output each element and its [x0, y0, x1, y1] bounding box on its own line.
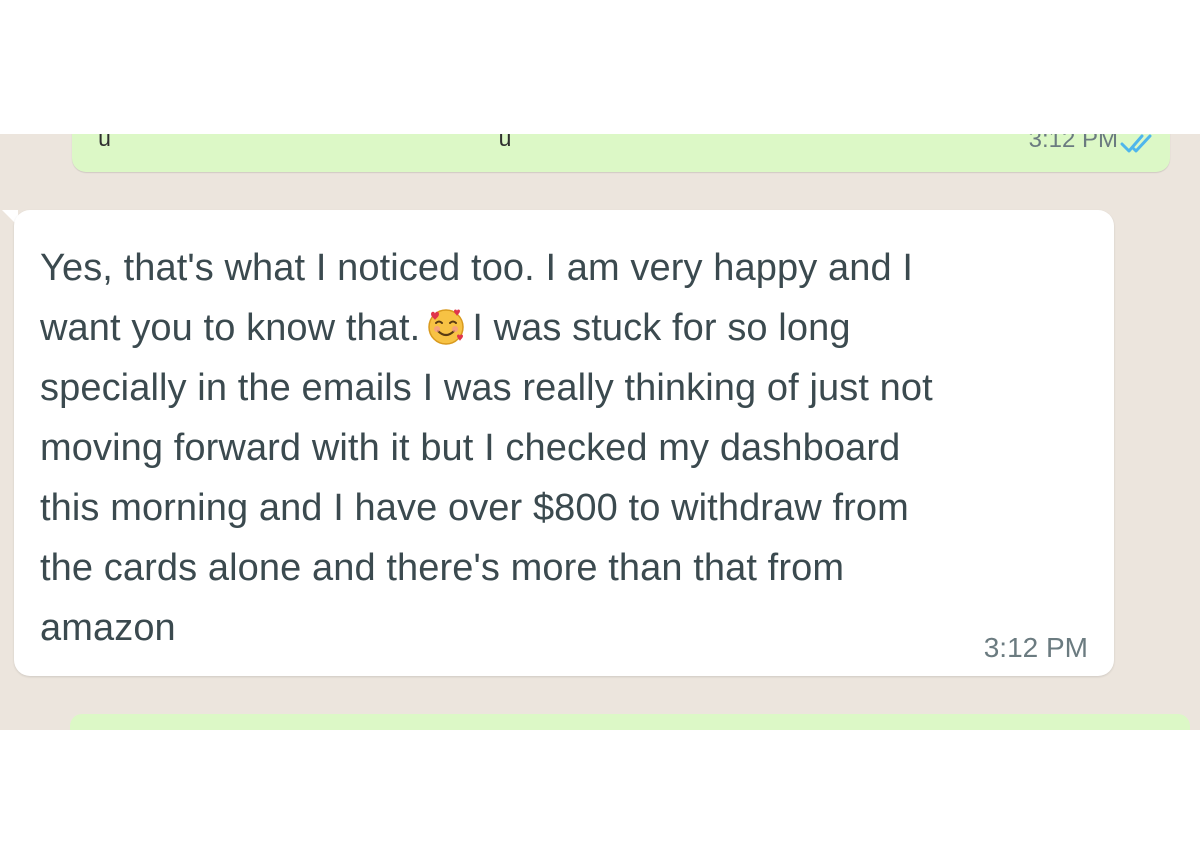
message-text-part-2: I was stuck for so long specially in the… [40, 307, 933, 649]
outgoing-message-bubble-next[interactable] [70, 714, 1190, 730]
incoming-message-bubble[interactable]: Yes, that's what I noticed too. I am ver… [14, 210, 1114, 676]
incoming-message-time: 3:12 PM [983, 632, 1088, 663]
incoming-message-text: Yes, that's what I noticed too. I am ver… [40, 238, 1100, 658]
outgoing-message-time: 3:12 PM [1028, 134, 1118, 153]
smiling-face-with-hearts-icon [428, 309, 465, 345]
chat-window: ᵤ ᵤ 3:12 PM Yes, that's what I noticed t… [0, 134, 1200, 730]
double-check-read-icon [1120, 134, 1152, 153]
outgoing-message-text-partial: ᵤ ᵤ [98, 134, 513, 168]
